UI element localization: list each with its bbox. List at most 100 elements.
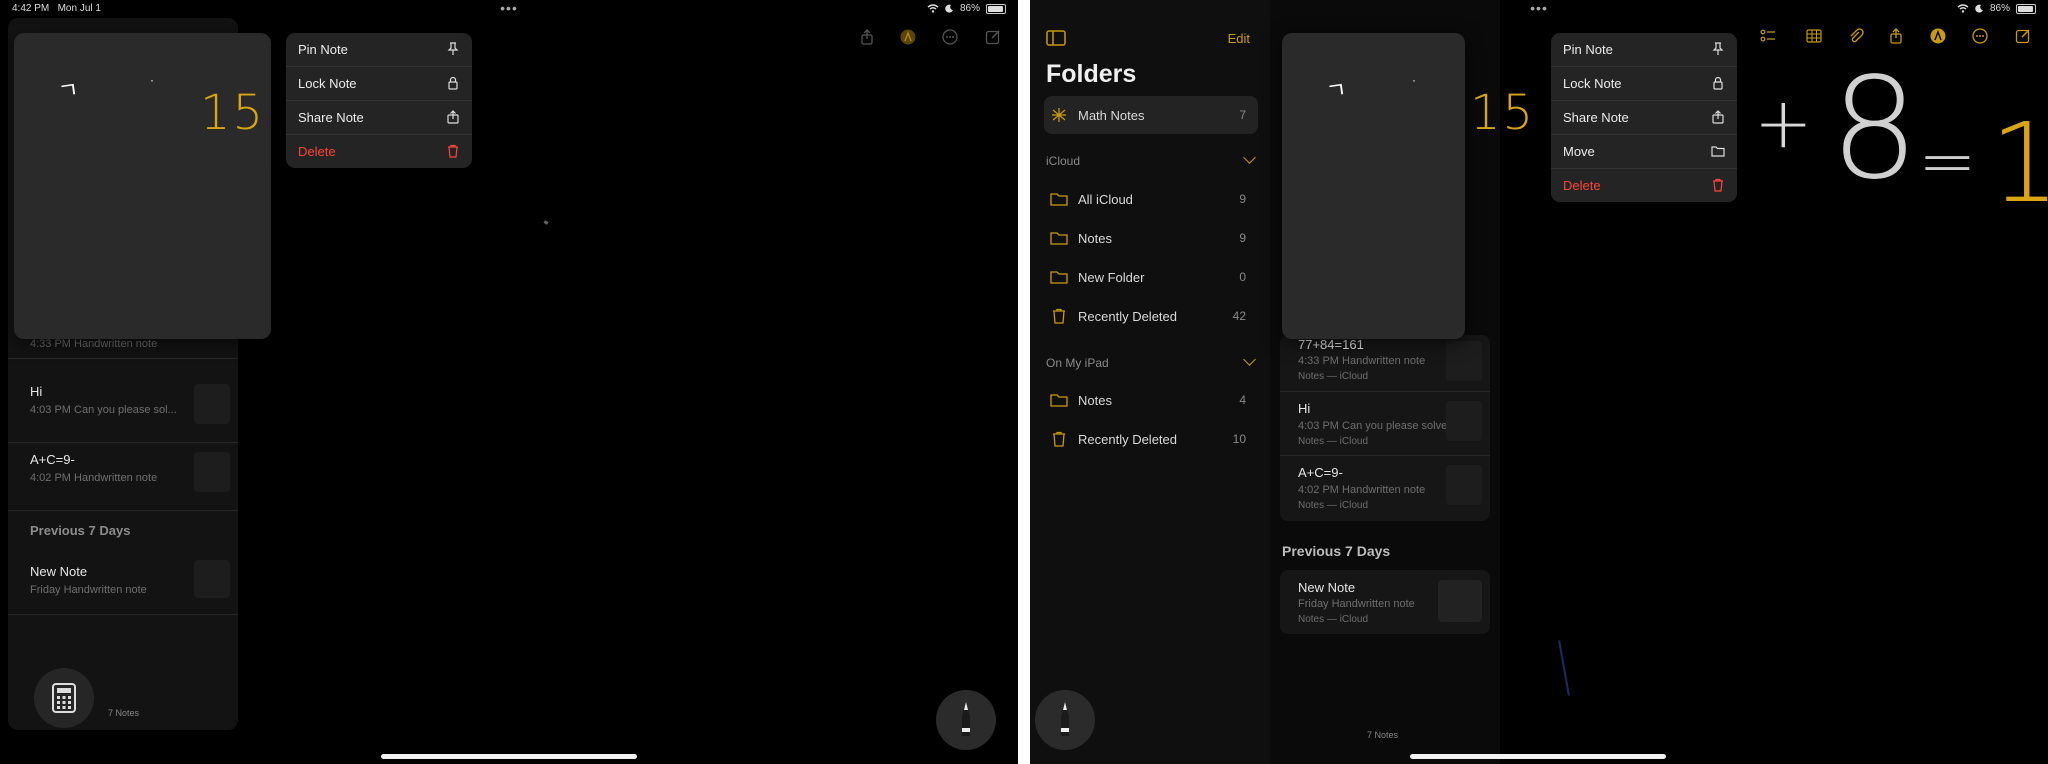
- multitasking-dots[interactable]: •••: [500, 0, 518, 16]
- menu-label: Delete: [1563, 178, 1601, 193]
- moon-icon: [945, 4, 953, 13]
- note-title: New Note: [1298, 580, 1356, 595]
- menu-item-delete[interactable]: Delete: [1551, 169, 1737, 202]
- section-header: Previous 7 Days: [1282, 543, 1391, 559]
- list-item[interactable]: 77+84=161 4:33 PM Handwritten note Notes…: [1280, 335, 1490, 392]
- math-notes-icon: [1052, 108, 1066, 122]
- folder-all-icloud[interactable]: All iCloud 9: [1044, 180, 1258, 218]
- more-icon[interactable]: [1972, 28, 1988, 44]
- pencil-tool-button[interactable]: [936, 690, 996, 750]
- folder-count: 9: [1239, 231, 1246, 245]
- list-item[interactable]: New Note Friday Handwritten note: [8, 548, 238, 615]
- note-title: Hi: [30, 384, 43, 399]
- pencil-icon: [1061, 702, 1069, 736]
- share-icon[interactable]: [859, 29, 875, 45]
- note-preview[interactable]: ㄱ · 15: [1282, 33, 1533, 339]
- list-item[interactable]: A+C=9- 4:02 PM Handwritten note: [8, 442, 238, 511]
- folder-notes-icloud[interactable]: Notes 9: [1044, 219, 1258, 257]
- chevron-down-icon[interactable]: [1243, 353, 1256, 366]
- note-thumbnail: [194, 560, 230, 598]
- table-icon[interactable]: [1806, 28, 1822, 44]
- note-subtitle: 4:03 PM Can you please sol...: [30, 404, 177, 416]
- edit-button[interactable]: Edit: [1228, 31, 1250, 46]
- trash-icon: [1053, 431, 1065, 447]
- share-icon[interactable]: [1888, 28, 1904, 44]
- note-title: Hi: [1298, 401, 1311, 416]
- menu-item-lock-note[interactable]: Lock Note: [1551, 67, 1737, 101]
- notes-count: 7 Notes: [1367, 730, 1399, 740]
- group-header-on-my-ipad[interactable]: On My iPad: [1046, 356, 1109, 370]
- note-thumbnail: [194, 384, 230, 424]
- calculator-icon: [52, 683, 76, 713]
- battery-percent: 86%: [959, 3, 980, 14]
- more-icon[interactable]: [942, 29, 958, 45]
- list-item[interactable]: Hi 4:03 PM Can you please sol...: [8, 376, 238, 443]
- handwriting-mark: ㄱ: [56, 76, 81, 105]
- handwriting-dot: ·: [150, 73, 154, 87]
- folder-count: 7: [1239, 108, 1246, 122]
- attachment-icon[interactable]: [1848, 28, 1864, 44]
- menu-item-share-note[interactable]: Share Note: [286, 101, 472, 135]
- folder-count: 9: [1239, 192, 1246, 206]
- compose-icon[interactable]: [2015, 28, 2031, 44]
- folder-new-folder[interactable]: New Folder 0: [1044, 258, 1258, 296]
- note-folder: Notes — iCloud: [1298, 371, 1369, 382]
- pencil-icon: [962, 702, 970, 736]
- note-subtitle: 4:33 PM Handwritten note: [1298, 355, 1426, 367]
- menu-item-move[interactable]: Move: [1551, 135, 1737, 169]
- folder-label: Math Notes: [1078, 108, 1145, 123]
- note-subtitle: Friday Handwritten note: [1298, 598, 1415, 610]
- folder-notes-ipad[interactable]: Notes 4: [1044, 381, 1258, 419]
- list-item[interactable]: New Note Friday Handwritten note Notes —…: [1280, 570, 1490, 634]
- folder-icon: [1711, 146, 1725, 157]
- folder-icon: [1050, 394, 1068, 407]
- list-item[interactable]: A+C=9- 4:02 PM Handwritten note Notes — …: [1280, 455, 1490, 521]
- pencil-tool-icon[interactable]: [1930, 28, 1946, 44]
- folder-icon: [1050, 232, 1068, 245]
- folder-recently-deleted-ipad[interactable]: Recently Deleted 10: [1044, 420, 1258, 458]
- sidebar-toggle-icon[interactable]: [1046, 30, 1066, 46]
- handwriting-result: 1: [1990, 99, 2048, 227]
- chevron-down-icon[interactable]: [1243, 151, 1256, 164]
- handwriting-result: 15: [1470, 85, 1536, 141]
- group-header-icloud[interactable]: iCloud: [1046, 154, 1080, 168]
- multitasking-dots[interactable]: •••: [1530, 0, 1548, 16]
- menu-item-pin-note[interactable]: Pin Note: [286, 33, 472, 67]
- pencil-tool-icon[interactable]: [900, 29, 916, 45]
- folder-label: Notes: [1078, 393, 1112, 408]
- menu-item-share-note[interactable]: Share Note: [1551, 101, 1737, 135]
- pencil-tool-button[interactable]: [1035, 690, 1095, 750]
- folder-label: All iCloud: [1078, 192, 1133, 207]
- moon-icon: [1975, 4, 1983, 13]
- folder-recently-deleted-icloud[interactable]: Recently Deleted 42: [1044, 297, 1258, 335]
- wifi-icon: [927, 4, 939, 13]
- pointer-mark: [543, 220, 549, 225]
- folder-math-notes[interactable]: Math Notes 7: [1044, 96, 1258, 134]
- home-indicator[interactable]: [381, 754, 637, 759]
- image-divider: [1018, 0, 1030, 764]
- menu-item-delete[interactable]: Delete: [286, 135, 472, 168]
- list-item[interactable]: Hi 4:03 PM Can you please solve... Notes…: [1280, 391, 1490, 456]
- note-subtitle: 4:02 PM Handwritten note: [30, 472, 158, 484]
- home-indicator[interactable]: [1410, 754, 1666, 759]
- folders-sidebar: Edit Folders Math Notes 7 iCloud All iCl…: [1030, 0, 1270, 764]
- note-thumbnail: [1446, 465, 1482, 505]
- menu-item-lock-note[interactable]: Lock Note: [286, 67, 472, 101]
- menu-label: Lock Note: [298, 76, 357, 91]
- compose-icon[interactable]: [985, 29, 1001, 45]
- pin-icon: [447, 42, 459, 55]
- status-bar: 4:42 PM Mon Jul 1 ••• 86%: [0, 0, 1018, 18]
- menu-item-pin-note[interactable]: Pin Note: [1551, 33, 1737, 67]
- note-subtitle: 4:02 PM Handwritten note: [1298, 484, 1426, 496]
- folder-icon: [1050, 193, 1068, 206]
- note-preview[interactable]: ㄱ · 15: [14, 33, 271, 339]
- calculator-button[interactable]: [34, 668, 94, 728]
- note-title: New Note: [30, 564, 88, 579]
- folder-count: 4: [1239, 393, 1246, 407]
- section-header: Previous 7 Days: [30, 523, 131, 538]
- menu-label: Lock Note: [1563, 76, 1622, 91]
- folder-label: Recently Deleted: [1078, 309, 1177, 324]
- status-date: Mon Jul 1: [57, 3, 101, 14]
- note-folder: Notes — iCloud: [1298, 436, 1369, 447]
- checklist-icon[interactable]: [1760, 28, 1776, 44]
